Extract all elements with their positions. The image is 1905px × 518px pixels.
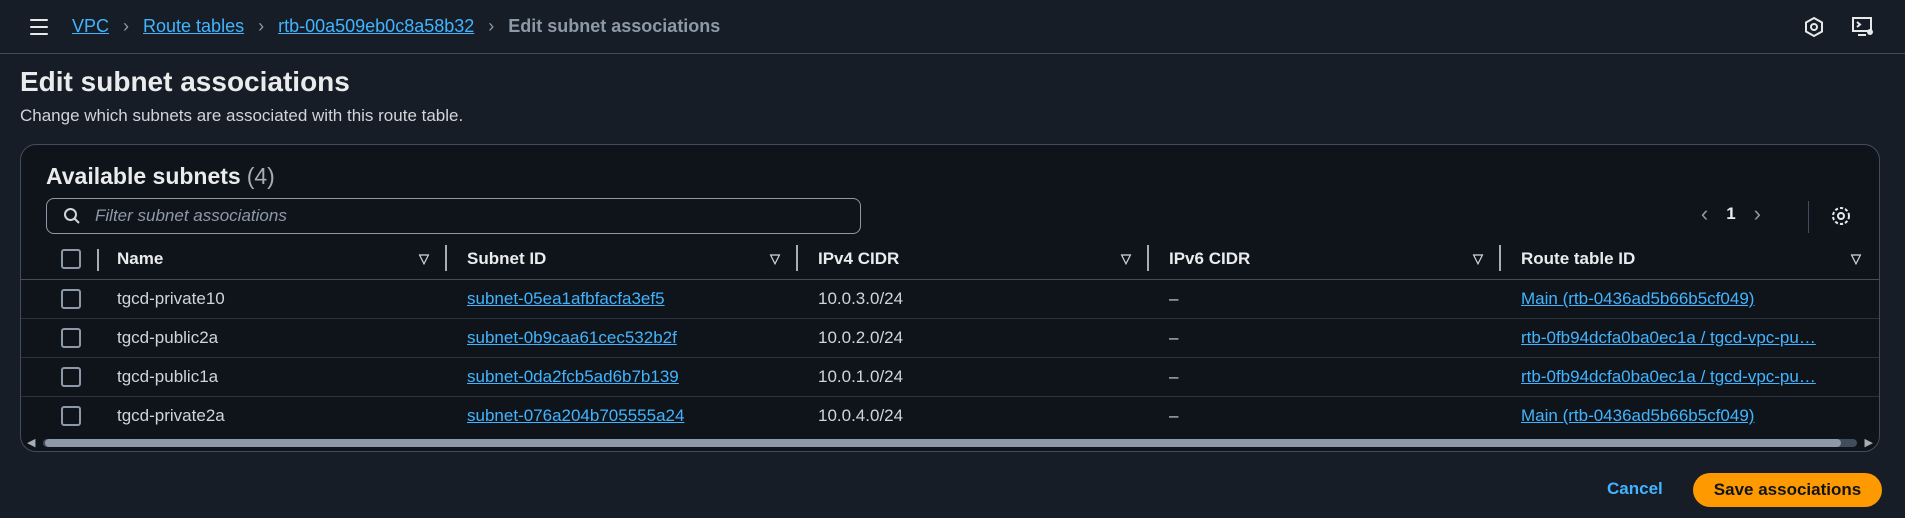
panel-title: Available subnets (4) xyxy=(46,163,275,190)
chevron-right-icon: › xyxy=(488,16,495,36)
route-table-link[interactable]: rtb-0fb94dcfa0ba0ec1a / tgcd-vpc-pu… xyxy=(1521,328,1816,347)
chevron-right-icon: › xyxy=(258,16,265,36)
row-checkbox[interactable] xyxy=(61,406,81,427)
subnet-id-link[interactable]: subnet-0b9caa61cec532b2f xyxy=(467,328,677,347)
select-all-checkbox[interactable] xyxy=(61,249,81,270)
scroll-left-icon[interactable]: ◀ xyxy=(27,436,35,449)
top-navigation: VPC › Route tables › rtb-00a509eb0c8a58b… xyxy=(0,0,1905,54)
available-subnets-panel: Available subnets(4) ‹ 1 › Name ▽ Subnet … xyxy=(20,144,1880,452)
filter-triangle-icon[interactable]: ▽ xyxy=(770,251,780,267)
subnets-table: Name ▽ Subnet ID ▽ IPv4 CIDR ▽ IPv6 CIDR ▽ R… xyxy=(21,239,1879,435)
table-row[interactable]: tgcd-public1a subnet-0da2fcb5ad6b7b139 1… xyxy=(21,357,1879,397)
column-ipv6-cidr[interactable]: IPv6 CIDR ▽ xyxy=(1149,239,1501,280)
column-label: Subnet ID xyxy=(467,249,547,268)
column-label: Name xyxy=(117,249,164,268)
filter-triangle-icon[interactable]: ▽ xyxy=(1473,251,1483,267)
notifications-icon[interactable] xyxy=(1803,16,1825,38)
divider xyxy=(1808,201,1809,233)
column-label: IPv6 CIDR xyxy=(1169,249,1251,268)
ipv6-cidr: – xyxy=(1169,328,1179,347)
cloudshell-icon[interactable] xyxy=(1851,16,1875,38)
ipv4-cidr: 10.0.3.0/24 xyxy=(818,289,904,308)
column-name[interactable]: Name ▽ xyxy=(97,239,447,280)
table-row[interactable]: tgcd-public2a subnet-0b9caa61cec532b2f 1… xyxy=(21,318,1879,358)
subnet-name: tgcd-private10 xyxy=(117,289,225,308)
ipv6-cidr: – xyxy=(1169,406,1179,425)
column-label: Route table ID xyxy=(1521,249,1636,268)
ipv4-cidr: 10.0.2.0/24 xyxy=(818,328,904,347)
subnet-id-link[interactable]: subnet-076a204b705555a24 xyxy=(467,406,684,425)
subnet-name: tgcd-public1a xyxy=(117,367,219,386)
ipv6-cidr: – xyxy=(1169,367,1179,386)
page-title: Edit subnet associations xyxy=(20,66,350,97)
filter-triangle-icon[interactable]: ▽ xyxy=(1851,251,1861,267)
panel-title-text: Available subnets xyxy=(46,163,241,189)
scroll-right-icon[interactable]: ▶ xyxy=(1865,436,1873,449)
row-checkbox[interactable] xyxy=(61,328,81,349)
cancel-button[interactable]: Cancel xyxy=(1607,479,1663,499)
subnet-name: tgcd-private2a xyxy=(117,406,225,425)
subnet-name: tgcd-public2a xyxy=(117,328,219,347)
route-table-link[interactable]: Main (rtb-0436ad5b66b5cf049) xyxy=(1521,289,1754,308)
row-checkbox[interactable] xyxy=(61,367,81,388)
pagination: ‹ 1 › xyxy=(1701,201,1761,227)
ipv4-cidr: 10.0.4.0/24 xyxy=(818,406,904,425)
column-route-table-id[interactable]: Route table ID ▽ xyxy=(1501,239,1879,280)
chevron-right-icon: › xyxy=(123,16,130,36)
breadcrumb-route-table-id[interactable]: rtb-00a509eb0c8a58b32 xyxy=(278,16,474,37)
filter-triangle-icon[interactable]: ▽ xyxy=(419,251,429,267)
column-ipv4-cidr[interactable]: IPv4 CIDR ▽ xyxy=(798,239,1149,280)
table-row[interactable]: tgcd-private10 subnet-05ea1afbfacfa3ef5 … xyxy=(21,279,1879,319)
search-box[interactable] xyxy=(46,198,861,234)
ipv6-cidr: – xyxy=(1169,289,1179,308)
page-description: Change which subnets are associated with… xyxy=(20,106,464,125)
breadcrumb: VPC › Route tables › rtb-00a509eb0c8a58b… xyxy=(72,16,720,37)
save-associations-button[interactable]: Save associations xyxy=(1693,473,1882,507)
chevron-right-icon[interactable]: › xyxy=(1754,201,1761,227)
horizontal-scrollbar[interactable]: ◀ ▶ xyxy=(27,436,1873,449)
select-all-cell xyxy=(21,239,99,280)
route-table-link[interactable]: rtb-0fb94dcfa0ba0ec1a / tgcd-vpc-pu… xyxy=(1521,367,1816,386)
breadcrumb-route-tables[interactable]: Route tables xyxy=(143,16,244,37)
column-subnet-id[interactable]: Subnet ID ▽ xyxy=(447,239,798,280)
ipv4-cidr: 10.0.1.0/24 xyxy=(818,367,904,386)
page-number[interactable]: 1 xyxy=(1726,204,1735,224)
chevron-left-icon[interactable]: ‹ xyxy=(1701,201,1708,227)
menu-icon[interactable] xyxy=(30,19,48,35)
search-input[interactable] xyxy=(93,205,837,227)
breadcrumb-current: Edit subnet associations xyxy=(508,16,721,36)
scroll-thumb[interactable] xyxy=(45,439,1841,447)
subnet-id-link[interactable]: subnet-05ea1afbfacfa3ef5 xyxy=(467,289,665,308)
table-row[interactable]: tgcd-private2a subnet-076a204b705555a24 … xyxy=(21,397,1879,436)
filter-triangle-icon[interactable]: ▽ xyxy=(1121,251,1131,267)
table-header-row: Name ▽ Subnet ID ▽ IPv4 CIDR ▽ IPv6 CIDR ▽ R… xyxy=(21,239,1879,280)
column-label: IPv4 CIDR xyxy=(818,249,900,268)
subnet-count: (4) xyxy=(246,163,275,189)
gear-icon[interactable] xyxy=(1830,205,1852,232)
search-icon xyxy=(64,208,80,224)
route-table-link[interactable]: Main (rtb-0436ad5b66b5cf049) xyxy=(1521,406,1754,425)
subnet-id-link[interactable]: subnet-0da2fcb5ad6b7b139 xyxy=(467,367,679,386)
breadcrumb-vpc[interactable]: VPC xyxy=(72,16,109,37)
row-checkbox[interactable] xyxy=(61,289,81,310)
